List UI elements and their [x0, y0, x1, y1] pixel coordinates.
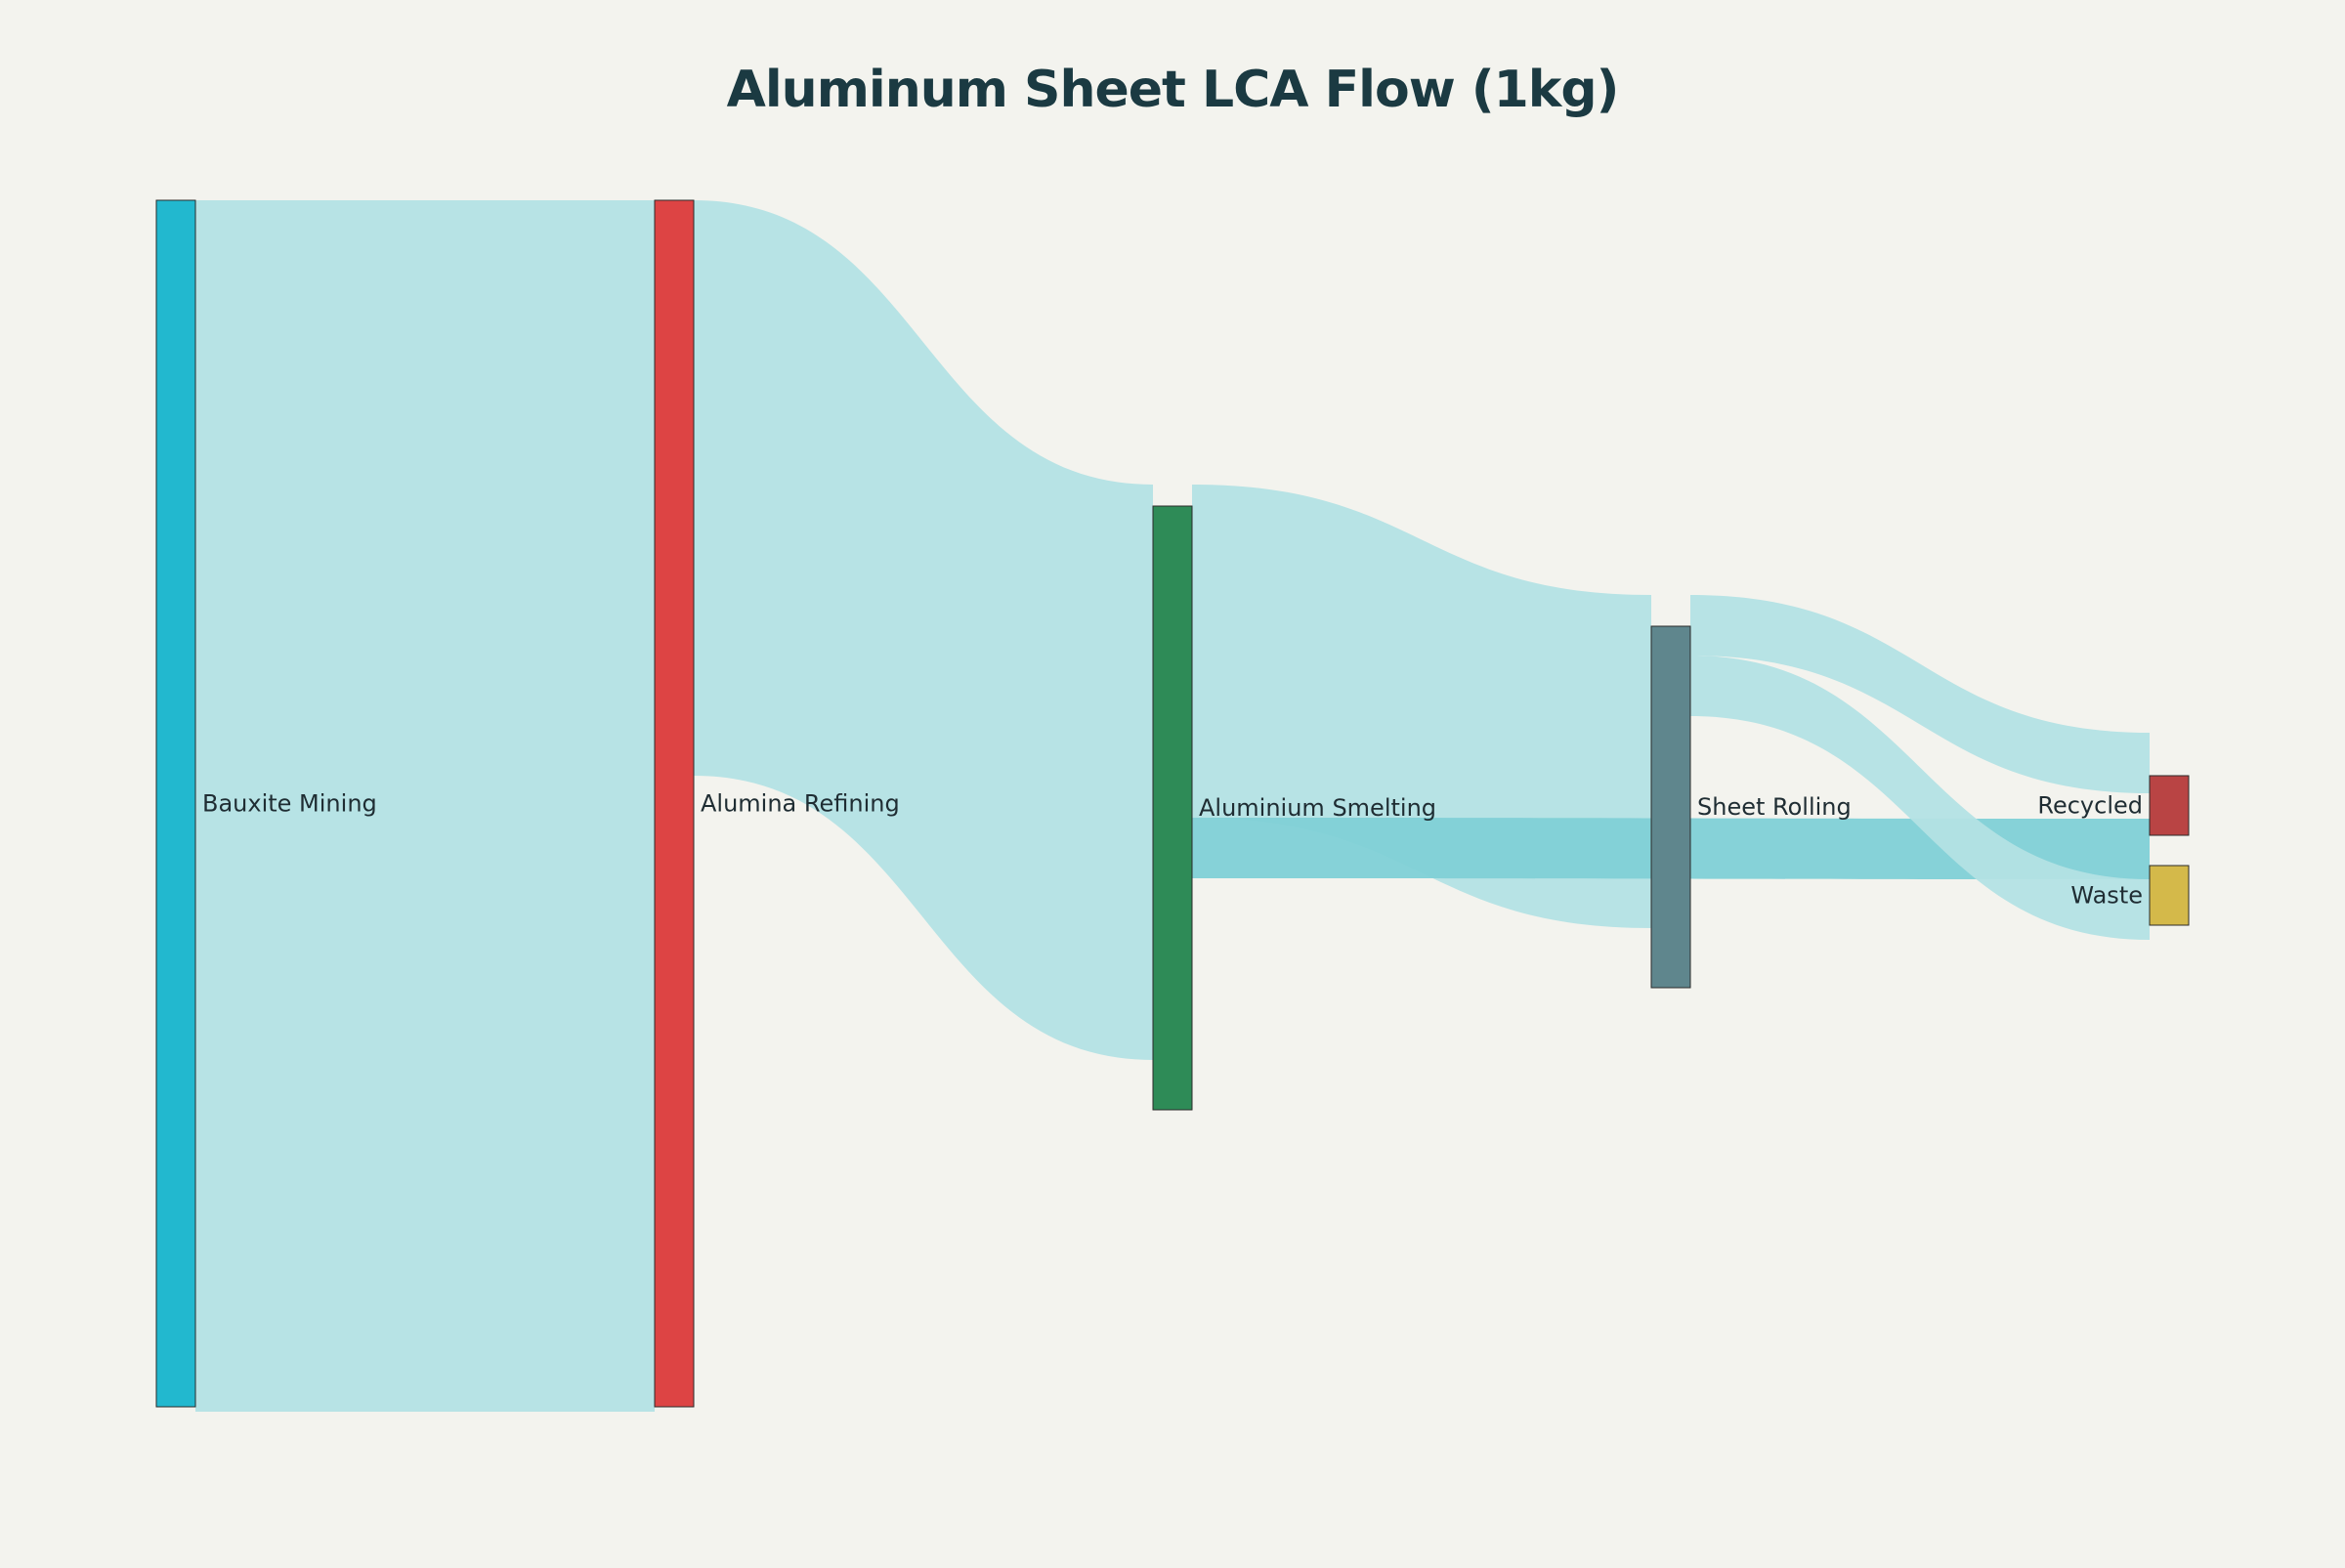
node-waste — [2149, 865, 2190, 926]
node-label-alumina: Alumina Refining — [701, 790, 900, 818]
node-smelting — [1152, 505, 1193, 1111]
link-alumina-to-smelting — [694, 200, 1153, 1060]
sankey-svg: Bauxite Mining Alumina Refining Aluminium … — [155, 199, 2190, 1412]
node-label-recycled: Recycled — [2037, 792, 2143, 820]
node-rolling — [1650, 625, 1691, 989]
chart-title: Aluminum Sheet LCA Flow (1kg) — [726, 61, 1620, 119]
node-label-smelting: Aluminium Smelting — [1199, 794, 1436, 822]
node-label-rolling: Sheet Rolling — [1697, 793, 1852, 821]
sankey-chart: Aluminum Sheet LCA Flow (1kg) Bauxite Mi… — [0, 0, 2345, 1563]
node-label-waste: Waste — [2070, 882, 2143, 910]
node-bauxite — [155, 199, 196, 1408]
node-recycled — [2149, 775, 2190, 836]
node-label-bauxite: Bauxite Mining — [202, 790, 377, 818]
node-alumina — [654, 199, 695, 1408]
